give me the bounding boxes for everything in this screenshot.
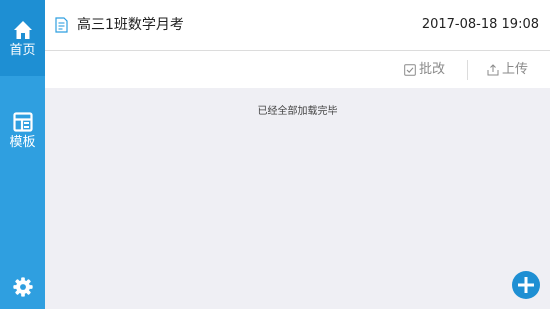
sidebar-item-template[interactable]: 模板 — [0, 108, 45, 164]
document-icon — [55, 17, 68, 33]
gear-icon[interactable] — [12, 276, 34, 298]
sidebar-item-template-label: 模板 — [9, 135, 36, 150]
toolbar-divider — [467, 60, 468, 80]
page-title: 高三1班数学月考 — [77, 17, 184, 33]
upload-icon — [487, 64, 499, 76]
home-icon — [13, 21, 32, 39]
content-area: 已经全部加载完毕 — [45, 88, 550, 309]
checkbox-icon — [404, 64, 416, 76]
exam-datetime: 2017-08-18 19:08 — [421, 17, 539, 32]
toolbar: 批改 上传 — [45, 51, 550, 88]
upload-button[interactable]: 上传 — [487, 60, 528, 80]
plus-icon — [518, 277, 534, 293]
sidebar: 首页 模板 — [0, 0, 45, 309]
template-icon — [12, 112, 33, 132]
header: 高三1班数学月考 2017-08-18 19:08 — [45, 0, 550, 51]
add-button[interactable] — [512, 271, 540, 299]
sidebar-item-home[interactable]: 首页 — [0, 0, 45, 76]
load-status-text: 已经全部加载完毕 — [257, 106, 338, 117]
upload-button-label: 上传 — [501, 62, 528, 77]
review-button[interactable]: 批改 — [404, 60, 445, 80]
sidebar-item-home-label: 首页 — [9, 43, 36, 58]
review-button-label: 批改 — [418, 62, 445, 77]
